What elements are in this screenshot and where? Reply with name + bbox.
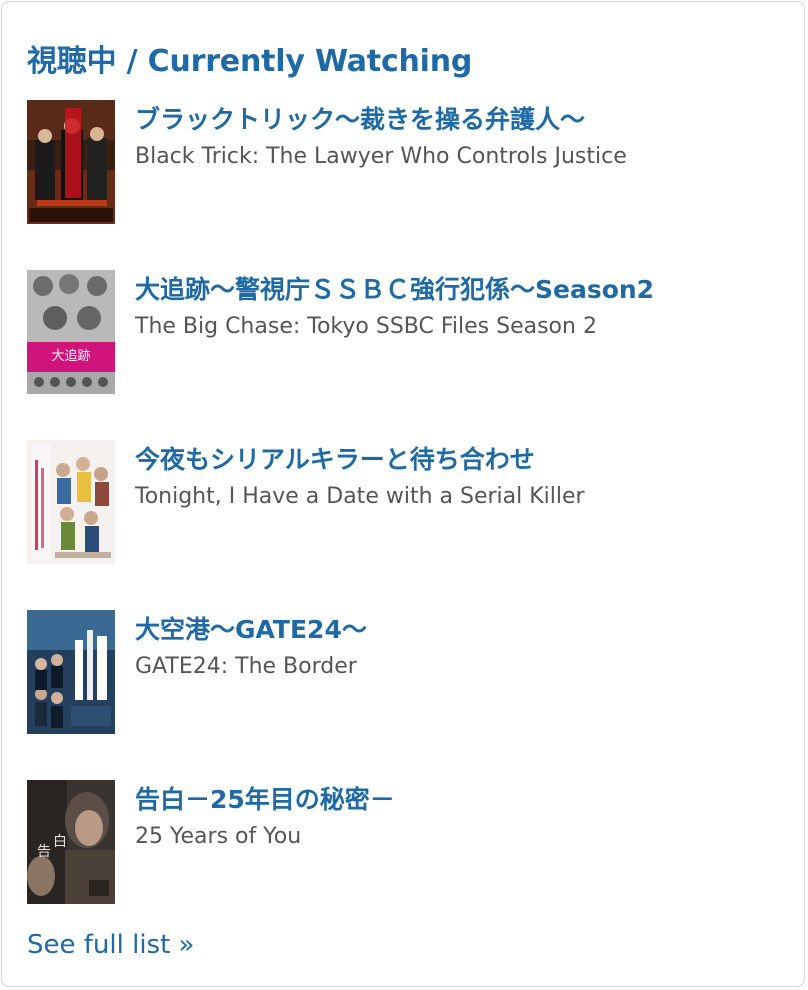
currently-watching-card: 視聴中 / Currently Watching ブラックトリック〜裁きを操る弁… [1,1,805,987]
list-item: 大空港〜GATE24〜 GATE24: The Border [27,610,787,735]
list-item: 告 白 告白－25年目の秘密－ 25 Years of You [27,780,787,905]
card-title: 視聴中 / Currently Watching [27,44,473,79]
list-item: 大追跡 大追跡〜警視庁ＳＳＢＣ強行犯係〜Season2 The Big Chas… [27,270,787,395]
item-title-link[interactable]: 大追跡〜警視庁ＳＳＢＣ強行犯係〜Season2 [135,270,654,306]
item-subtitle: Tonight, I Have a Date with a Serial Kil… [135,484,585,509]
poster-caption: 大追跡 [51,348,90,364]
list-item: 今夜もシリアルキラーと待ち合わせ Tonight, I Have a Date … [27,440,787,565]
item-title-link[interactable]: 大空港〜GATE24〜 [135,610,367,646]
item-subtitle: GATE24: The Border [135,654,357,679]
item-subtitle: The Big Chase: Tokyo SSBC Files Season 2 [135,314,597,339]
poster-25-years-icon[interactable]: 告 白 [27,780,115,904]
item-title-link[interactable]: ブラックトリック〜裁きを操る弁護人〜 [135,100,585,136]
item-title-link[interactable]: 告白－25年目の秘密－ [135,780,395,816]
list-item: ブラックトリック〜裁きを操る弁護人〜 Black Trick: The Lawy… [27,100,787,225]
poster-gate24-icon[interactable] [27,610,115,734]
poster-caption-a: 告 [37,844,51,860]
see-full-list-link[interactable]: See full list » [27,930,194,960]
poster-caption-b: 白 [53,834,67,850]
poster-big-chase-icon[interactable]: 大追跡 [27,270,115,394]
item-title-link[interactable]: 今夜もシリアルキラーと待ち合わせ [135,440,535,476]
poster-serial-killer-icon[interactable] [27,440,115,564]
item-subtitle: 25 Years of You [135,824,302,849]
item-subtitle: Black Trick: The Lawyer Who Controls Jus… [135,144,627,169]
poster-black-trick-icon[interactable] [27,100,115,224]
